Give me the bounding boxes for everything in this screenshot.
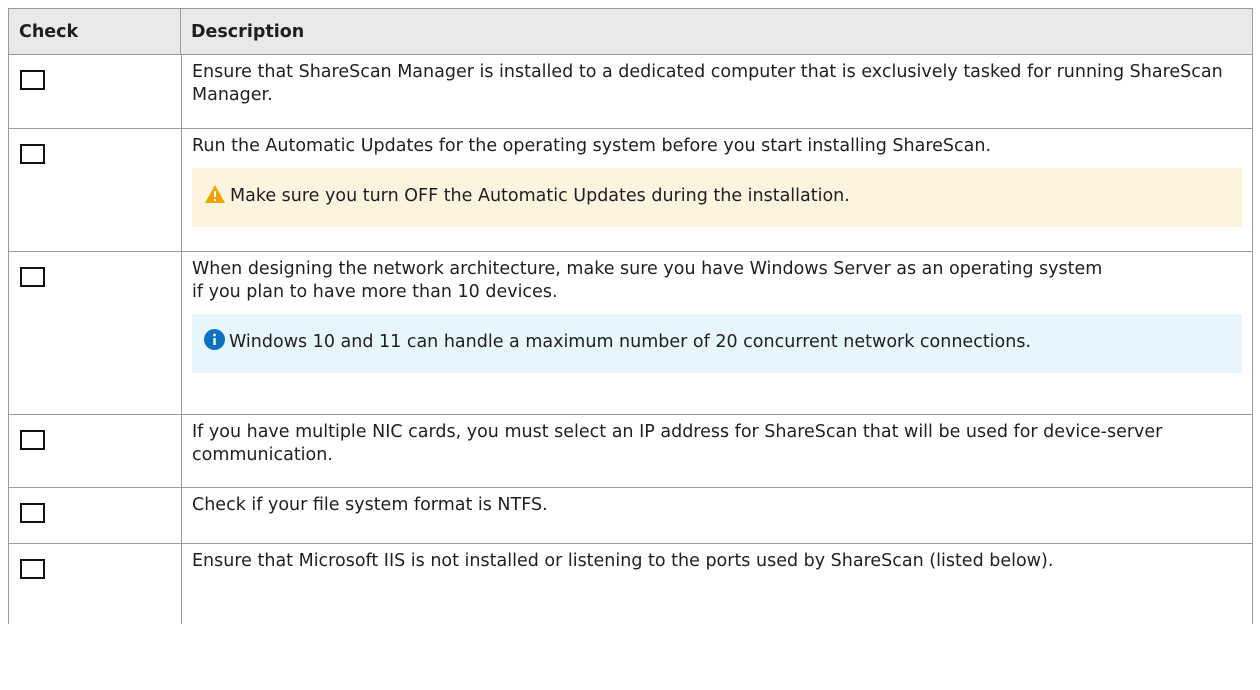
checkbox[interactable] bbox=[20, 267, 45, 287]
table-header-row: Check Description bbox=[9, 9, 1253, 55]
warning-note-text: Make sure you turn OFF the Automatic Upd… bbox=[230, 186, 850, 206]
row-description: Run the Automatic Updates for the operat… bbox=[192, 136, 992, 156]
row-description: Ensure that Microsoft IIS is not install… bbox=[192, 551, 1054, 571]
table-row: Ensure that Microsoft IIS is not install… bbox=[9, 544, 1253, 624]
table-row: Check if your file system format is NTFS… bbox=[9, 488, 1253, 544]
warning-note: Make sure you turn OFF the Automatic Upd… bbox=[192, 168, 1242, 227]
checkbox[interactable] bbox=[20, 430, 45, 450]
checkbox[interactable] bbox=[20, 503, 45, 523]
row-description: When designing the network architecture,… bbox=[192, 259, 1103, 302]
table-row: Ensure that ShareScan Manager is install… bbox=[9, 55, 1253, 129]
table-row: Run the Automatic Updates for the operat… bbox=[9, 129, 1253, 252]
info-circle-icon bbox=[204, 329, 225, 359]
checkbox[interactable] bbox=[20, 70, 45, 90]
row-description: Ensure that ShareScan Manager is install… bbox=[192, 62, 1223, 105]
row-description: If you have multiple NIC cards, you must… bbox=[192, 422, 1163, 465]
warning-triangle-icon bbox=[204, 184, 226, 213]
table-row: If you have multiple NIC cards, you must… bbox=[9, 415, 1253, 488]
info-note: Windows 10 and 11 can handle a maximum n… bbox=[192, 314, 1242, 373]
header-description: Description bbox=[181, 9, 1253, 54]
checkbox[interactable] bbox=[20, 144, 45, 164]
header-check: Check bbox=[9, 9, 181, 54]
checkbox[interactable] bbox=[20, 559, 45, 579]
row-description: Check if your file system format is NTFS… bbox=[192, 495, 548, 515]
info-note-text: Windows 10 and 11 can handle a maximum n… bbox=[229, 332, 1032, 352]
table-row: When designing the network architecture,… bbox=[9, 252, 1253, 415]
checklist-table: Check Description Ensure that ShareScan … bbox=[8, 8, 1253, 624]
